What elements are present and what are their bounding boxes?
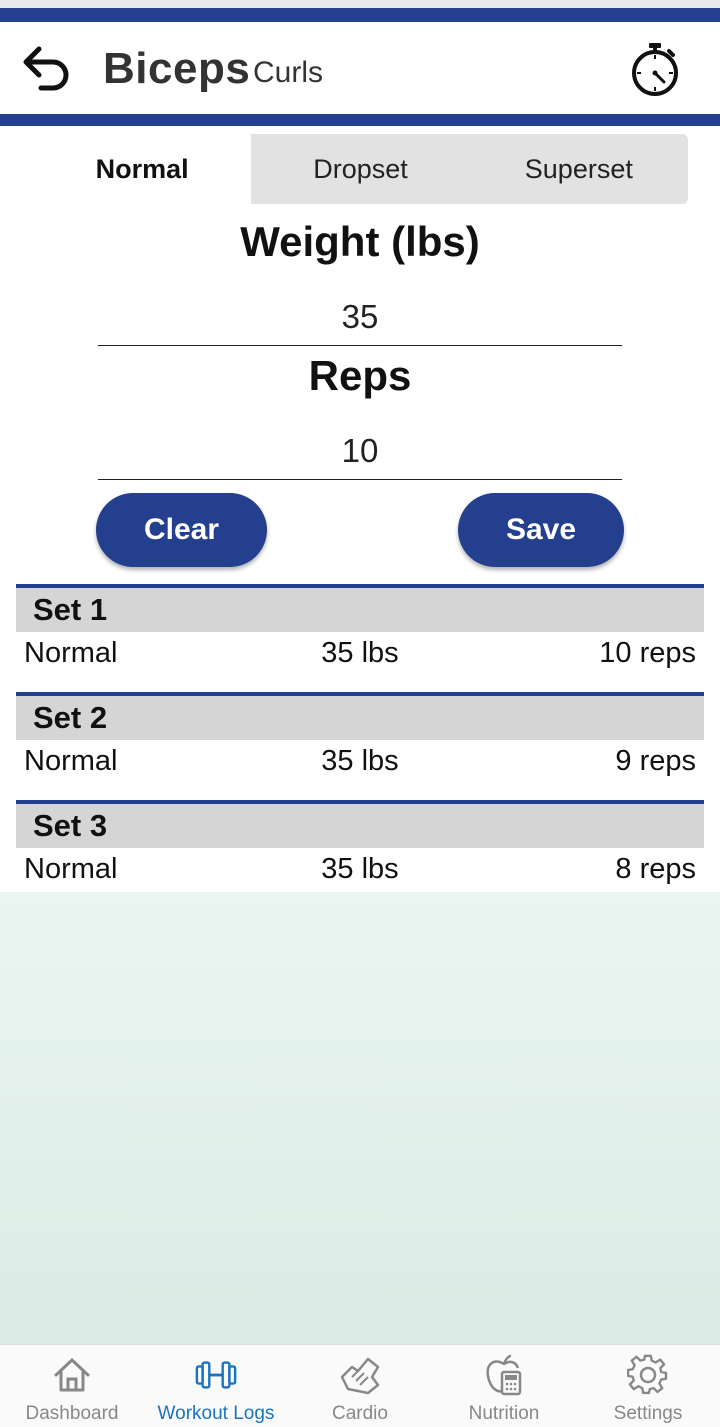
nav-label: Dashboard [25, 1403, 119, 1424]
set-reps: 9 reps [615, 745, 696, 777]
timer-button[interactable] [626, 40, 684, 98]
weight-label: Weight (lbs) [240, 218, 480, 265]
page-subtitle: Curls [253, 56, 324, 89]
status-strip [0, 0, 720, 8]
tab-superset[interactable]: Superset [470, 134, 688, 204]
reps-input[interactable] [98, 422, 622, 480]
tab-dropset[interactable]: Dropset [251, 134, 469, 204]
set-reps: 10 reps [599, 637, 696, 669]
nav-label: Cardio [332, 1403, 388, 1424]
page-title: Biceps [103, 44, 251, 93]
set-card: Set 3 Normal 35 lbs 8 reps [16, 800, 704, 894]
set-type-tabs: Normal Dropset Superset [33, 134, 688, 204]
bottom-nav: Dashboard Workout Logs Cardio Nutrition … [0, 1344, 720, 1427]
dumbbell-icon [194, 1353, 238, 1397]
nav-item-nutrition[interactable]: Nutrition [432, 1345, 576, 1427]
header-bottom-bar [0, 114, 720, 126]
set-title: Set 3 [16, 800, 704, 848]
nav-item-workout-logs[interactable]: Workout Logs [144, 1345, 288, 1427]
weight-input[interactable] [98, 288, 622, 346]
set-row[interactable]: Normal 35 lbs 8 reps [16, 848, 704, 894]
set-weight: 35 lbs [321, 853, 399, 885]
tab-normal[interactable]: Normal [33, 134, 252, 204]
set-row[interactable]: Normal 35 lbs 10 reps [16, 632, 704, 678]
nav-label: Settings [613, 1403, 683, 1424]
content-background [0, 892, 720, 1344]
app-header: Biceps Curls [0, 22, 720, 114]
set-card: Set 1 Normal 35 lbs 10 reps [16, 584, 704, 678]
set-title: Set 2 [16, 692, 704, 740]
nav-item-cardio[interactable]: Cardio [288, 1345, 432, 1427]
nav-item-settings[interactable]: Settings [576, 1345, 720, 1427]
set-weight: 35 lbs [321, 745, 399, 777]
stopwatch-icon [632, 43, 678, 96]
set-title: Set 1 [16, 584, 704, 632]
clear-button[interactable]: Clear [96, 493, 267, 567]
home-icon [50, 1353, 94, 1397]
nav-label: Workout Logs [157, 1403, 275, 1424]
nav-label: Nutrition [468, 1403, 540, 1424]
shoe-icon [338, 1353, 382, 1397]
set-reps: 8 reps [615, 853, 696, 885]
nav-item-dashboard[interactable]: Dashboard [0, 1345, 144, 1427]
header-top-bar [0, 8, 720, 22]
reps-label: Reps [308, 352, 412, 399]
set-card: Set 2 Normal 35 lbs 9 reps [16, 692, 704, 786]
gear-icon [626, 1353, 670, 1397]
save-button[interactable]: Save [458, 493, 624, 567]
back-button[interactable] [18, 42, 74, 94]
apple-calculator-icon [482, 1353, 526, 1397]
set-row[interactable]: Normal 35 lbs 9 reps [16, 740, 704, 786]
back-arrow-icon [23, 46, 69, 91]
